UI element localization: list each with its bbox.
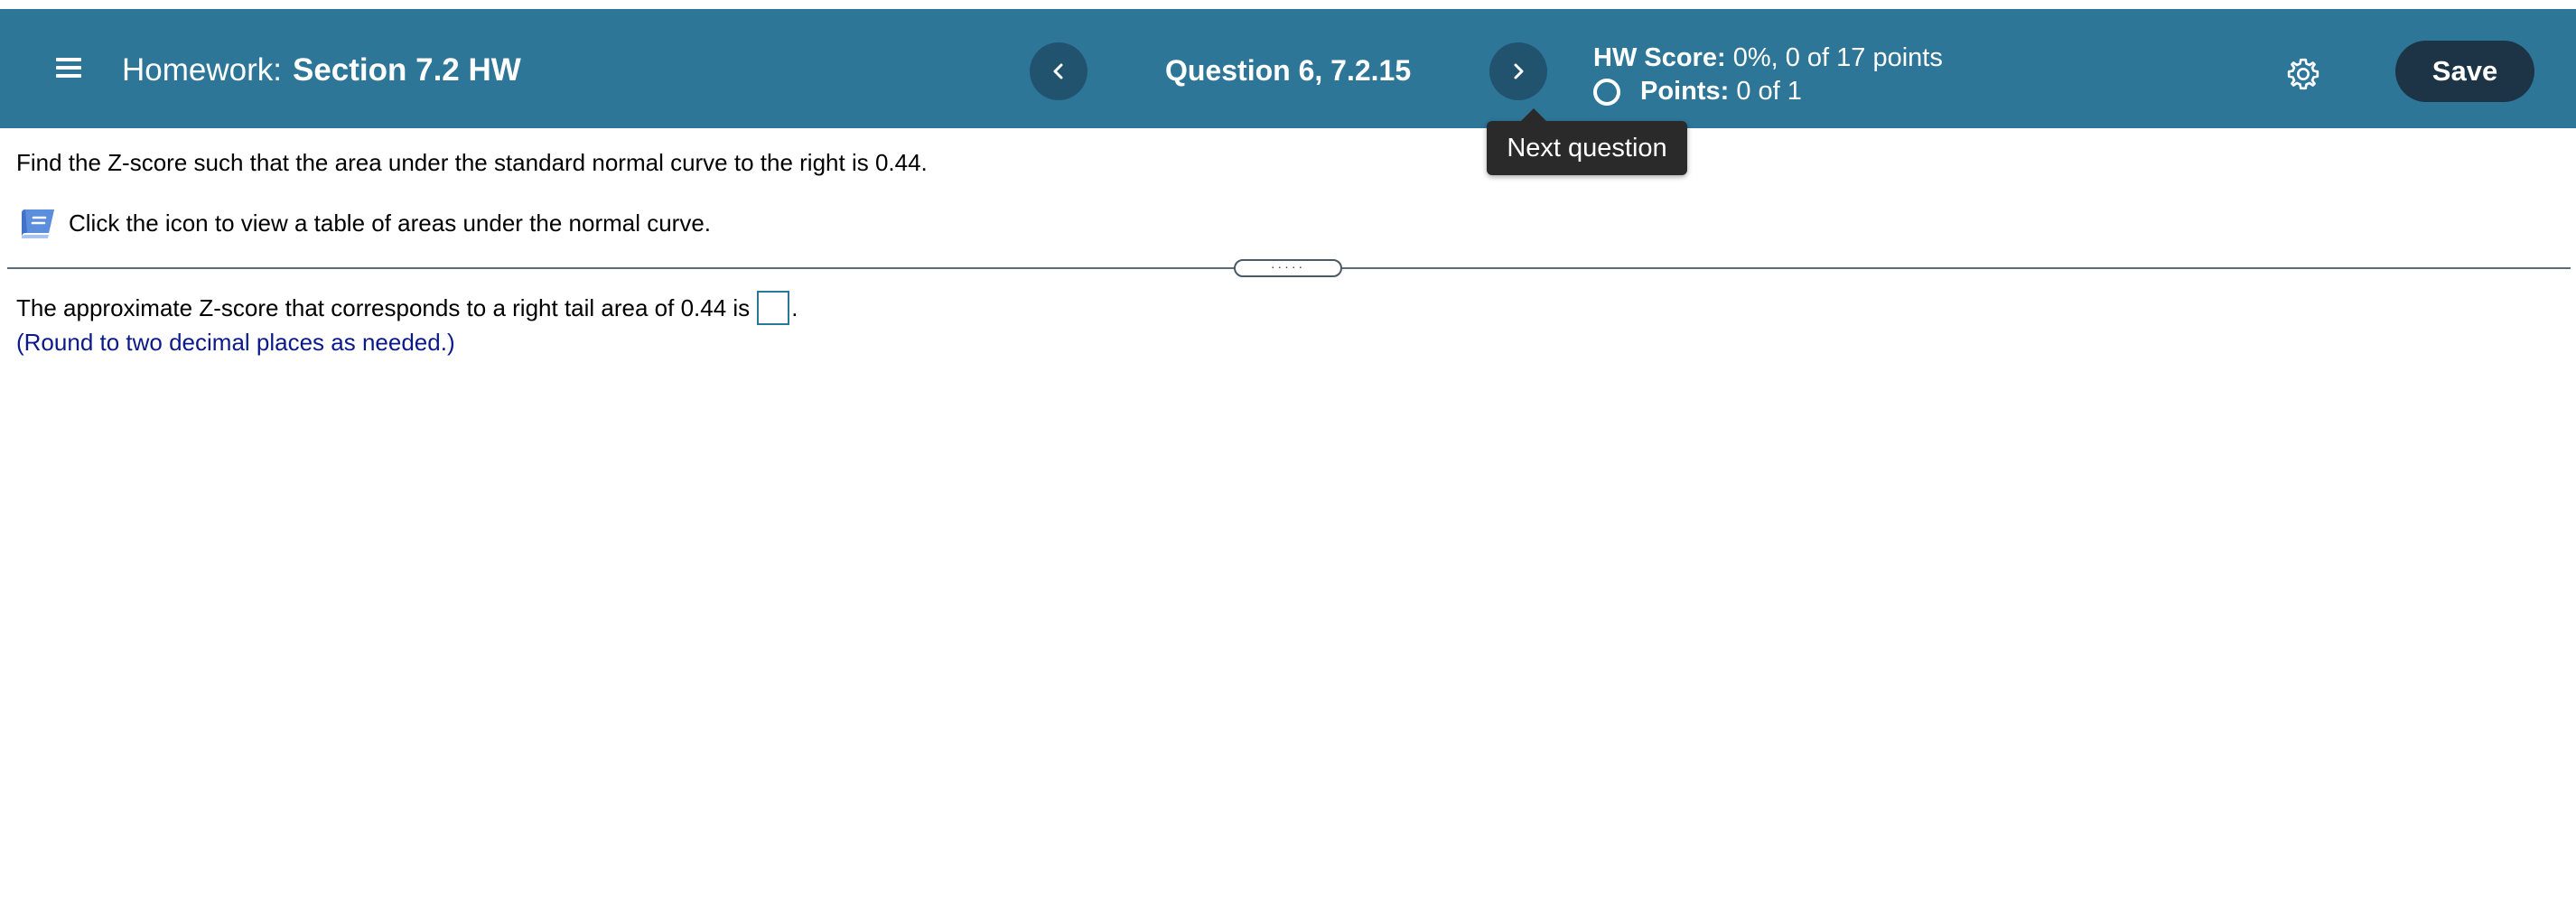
rounding-hint: (Round to two decimal places as needed.): [16, 329, 455, 356]
hw-score-row: HW Score: 0%, 0 of 17 points: [1593, 42, 1943, 75]
points-value: 0 of 1: [1736, 77, 1802, 106]
chevron-left-icon: [1053, 63, 1063, 79]
points-label: Points:: [1640, 77, 1730, 106]
circle-outline-icon: [1593, 78, 1620, 106]
book-icon[interactable]: [18, 204, 58, 242]
homework-title: Homework: Section 7.2 HW: [122, 51, 521, 90]
hamburger-menu-icon[interactable]: [52, 54, 89, 83]
table-link-row: Click the icon to view a table of areas …: [18, 204, 711, 242]
homework-prefix: Homework:: [122, 52, 282, 88]
save-button[interactable]: Save: [2395, 41, 2534, 102]
question-prompt: Find the Z-score such that the area unde…: [16, 149, 928, 176]
answer-input[interactable]: [757, 291, 790, 325]
gear-icon[interactable]: [2285, 56, 2321, 92]
table-link-text: Click the icon to view a table of areas …: [69, 209, 712, 237]
answer-prefix: The approximate Z-score that corresponds…: [16, 293, 751, 321]
homework-name: Section 7.2 HW: [292, 52, 521, 88]
next-question-tooltip: Next question: [1487, 108, 1687, 175]
previous-question-button[interactable]: [1030, 42, 1087, 100]
answer-row: The approximate Z-score that corresponds…: [16, 291, 798, 325]
hw-score-value: 0%, 0 of 17 points: [1732, 43, 1943, 72]
score-block: HW Score: 0%, 0 of 17 points Points: 0 o…: [1593, 42, 1943, 108]
points-row: Points: 0 of 1: [1593, 75, 1943, 108]
divider-resize-handle[interactable]: ·····: [1234, 259, 1342, 277]
next-question-button[interactable]: [1489, 42, 1547, 100]
header-bar: Homework: Section 7.2 HW Question 6, 7.2.…: [0, 9, 2576, 128]
answer-suffix: .: [791, 293, 798, 321]
chevron-right-icon: [1514, 63, 1524, 79]
top-strip: [0, 0, 2576, 9]
question-number: Question 6, 7.2.15: [1165, 54, 1412, 87]
hw-score-label: HW Score:: [1593, 43, 1726, 72]
